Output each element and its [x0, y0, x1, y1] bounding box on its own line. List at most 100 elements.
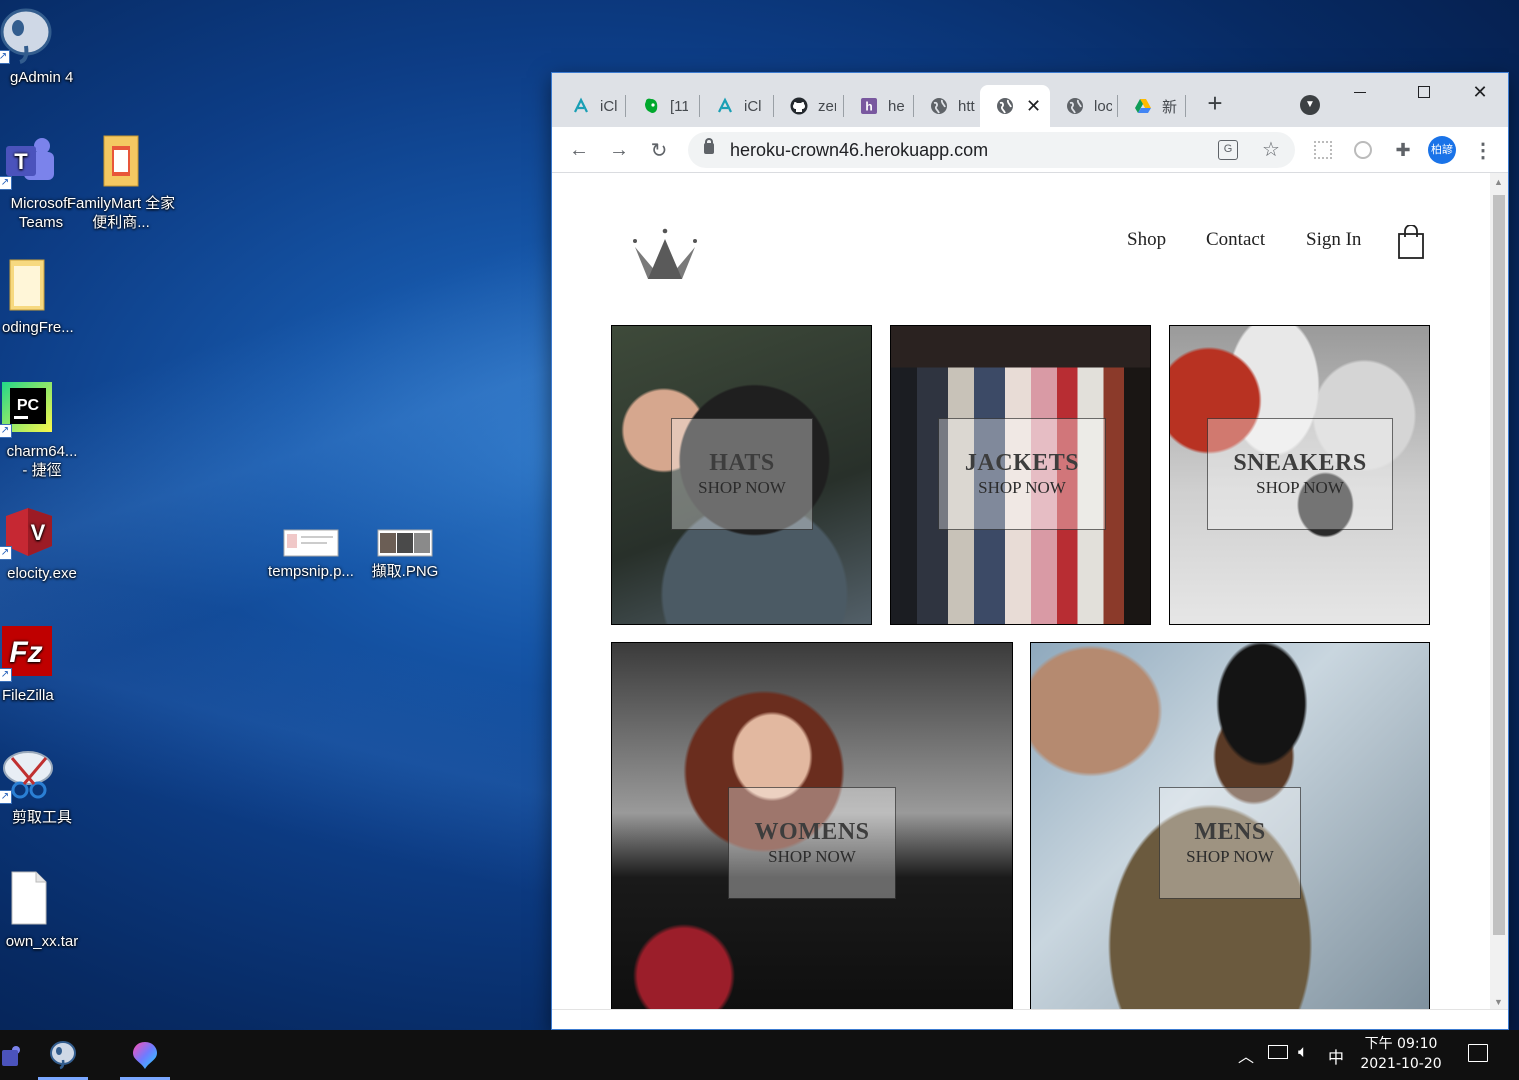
address-bar[interactable]: heroku-crown46.herokuapp.com G ☆: [688, 132, 1295, 168]
desktop-icon-label: 剪取工具: [11, 809, 72, 826]
desktop-icon-pgadmin[interactable]: ↗ gAdmin 4: [0, 6, 80, 87]
tab-iclass-1[interactable]: iCl: [556, 85, 626, 127]
tab-iclass-2[interactable]: iCl: [700, 85, 774, 127]
category-jackets[interactable]: JACKETS SHOP NOW: [890, 325, 1151, 625]
category-label-box: SNEAKERS SHOP NOW: [1207, 418, 1393, 530]
clock-date: 2021-10-20: [1360, 1056, 1442, 1072]
extension-camera-icon: [1354, 141, 1372, 159]
maximize-button[interactable]: [1396, 73, 1452, 111]
tab-strip: iCl [11 iCl zer h he htt: [552, 73, 1508, 127]
minimize-button[interactable]: [1332, 73, 1388, 111]
crown-icon: [633, 228, 697, 279]
lock-icon-shackle: [705, 138, 713, 146]
clock[interactable]: 下午 09:10 2021-10-20: [1346, 1034, 1456, 1074]
desktop-icon-label: elocity.exe: [7, 565, 77, 582]
taskbar-teams[interactable]: [0, 1030, 36, 1080]
shop-now-link[interactable]: SHOP NOW: [1186, 847, 1274, 867]
folder-icon: [0, 256, 56, 314]
folder-icon: [92, 132, 150, 190]
arrow-left-icon: ←: [569, 138, 589, 161]
teams-icon: [2, 1046, 20, 1066]
desktop-icon-capture-png[interactable]: 擷取.PNG: [350, 520, 460, 581]
tab-heroku[interactable]: h he: [844, 85, 914, 127]
shopping-bag-button[interactable]: [1398, 224, 1424, 259]
url-text: heroku-crown46.herokuapp.com: [730, 140, 989, 160]
teams-icon: T ↗: [0, 132, 56, 190]
scroll-down-icon[interactable]: ▼: [1494, 997, 1503, 1007]
new-tab-button[interactable]: +: [1200, 89, 1230, 119]
desktop-icon-snipping-tool[interactable]: ↗ 剪取工具: [0, 746, 82, 827]
forward-button[interactable]: →: [604, 135, 634, 165]
nav-shop[interactable]: Shop: [1127, 229, 1166, 251]
image-file-icon: [283, 528, 339, 558]
ime-indicator[interactable]: 中: [1328, 1044, 1344, 1068]
desktop-icon-pycharm[interactable]: PC ↗ charm64... - 捷徑: [0, 380, 82, 480]
extension-button-1[interactable]: [1308, 135, 1338, 165]
github-icon: [790, 97, 808, 115]
nav-sign-in[interactable]: Sign In: [1306, 229, 1361, 251]
close-window-button[interactable]: ✕: [1452, 73, 1508, 111]
close-tab-icon[interactable]: ✕: [1026, 96, 1041, 117]
tab-crown-active[interactable]: ✕: [980, 85, 1050, 127]
tab-search-icon[interactable]: ▼: [1300, 95, 1320, 115]
filezilla-icon: Fz ↗: [0, 624, 56, 682]
extension-button-2[interactable]: [1348, 135, 1378, 165]
shop-now-link[interactable]: SHOP NOW: [978, 478, 1066, 498]
reload-icon: ↻: [650, 139, 668, 162]
image-file-icon: [377, 528, 433, 558]
taskbar-pgadmin[interactable]: [38, 1030, 88, 1080]
star-icon[interactable]: ☆: [1262, 137, 1280, 162]
category-title: HATS: [709, 450, 775, 476]
back-button[interactable]: ←: [564, 135, 594, 165]
tab-localhost[interactable]: loc: [1050, 85, 1118, 127]
webpage: Shop Contact Sign In HATS SHOP NOW JACKE…: [552, 173, 1490, 1011]
chevron-up-icon[interactable]: ︿: [1238, 1043, 1254, 1067]
evernote-icon: [642, 97, 660, 115]
tab-http[interactable]: htt: [914, 85, 982, 127]
nav-contact[interactable]: Contact: [1206, 229, 1265, 251]
shop-now-link[interactable]: SHOP NOW: [1256, 478, 1344, 498]
profile-avatar[interactable]: 柏諺: [1428, 136, 1456, 164]
taskbar-paint3d[interactable]: [120, 1030, 170, 1080]
tab-google-drive[interactable]: 新: [1118, 85, 1186, 127]
notification-icon[interactable]: [1468, 1044, 1488, 1062]
desktop-icon-velocity[interactable]: V ↗ elocity.exe: [0, 502, 82, 583]
menu-button[interactable]: ⋮: [1468, 135, 1498, 165]
category-mens[interactable]: MENS SHOP NOW: [1030, 642, 1430, 1011]
clock-time: 下午 09:10: [1364, 1036, 1438, 1052]
desktop-icon-codingfree[interactable]: odingFre...: [0, 256, 82, 337]
volume-icon[interactable]: 🔈︎: [1298, 1042, 1308, 1062]
desktop-icon-filezilla[interactable]: Fz ↗ FileZilla: [0, 624, 82, 705]
crown-logo[interactable]: [632, 227, 698, 281]
paint-drop-icon: [133, 1042, 157, 1069]
category-womens[interactable]: WOMENS SHOP NOW: [611, 642, 1013, 1011]
desktop-icon-familymart[interactable]: FamilyMart 全家便利商...: [66, 132, 176, 232]
svg-text:V: V: [31, 520, 46, 545]
category-sneakers[interactable]: SNEAKERS SHOP NOW: [1169, 325, 1430, 625]
category-label-box: MENS SHOP NOW: [1159, 787, 1301, 899]
scroll-up-icon[interactable]: ▲: [1494, 177, 1503, 187]
desktop-icon-tar-file[interactable]: own_xx.tar: [0, 870, 82, 951]
category-hats[interactable]: HATS SHOP NOW: [611, 325, 872, 625]
network-icon[interactable]: [1268, 1045, 1288, 1059]
category-label-box: JACKETS SHOP NOW: [938, 418, 1106, 530]
category-title: JACKETS: [964, 450, 1080, 476]
extensions-button[interactable]: ✚: [1388, 135, 1418, 165]
scrollbar-thumb[interactable]: [1493, 195, 1505, 935]
desktop-icon-label: 擷取.PNG: [371, 563, 439, 580]
pycharm-icon: PC ↗: [0, 380, 56, 438]
svg-text:T: T: [14, 149, 28, 174]
shop-now-link[interactable]: SHOP NOW: [768, 847, 856, 867]
vertical-scrollbar[interactable]: ▲ ▼: [1490, 173, 1508, 1011]
reload-button[interactable]: ↻: [644, 135, 674, 165]
desktop-icon-label: gAdmin 4: [10, 69, 74, 86]
google-drive-icon: [1134, 97, 1152, 115]
shop-now-link[interactable]: SHOP NOW: [698, 478, 786, 498]
tab-github[interactable]: zer: [774, 85, 844, 127]
elephant-icon: ↗: [0, 6, 54, 64]
desktop-icon-label: charm64... - 捷徑: [6, 443, 78, 479]
tab-evernote[interactable]: [11: [626, 85, 700, 127]
svg-text:PC: PC: [17, 397, 40, 414]
translate-icon[interactable]: G: [1218, 140, 1238, 160]
category-label-box: HATS SHOP NOW: [671, 418, 813, 530]
